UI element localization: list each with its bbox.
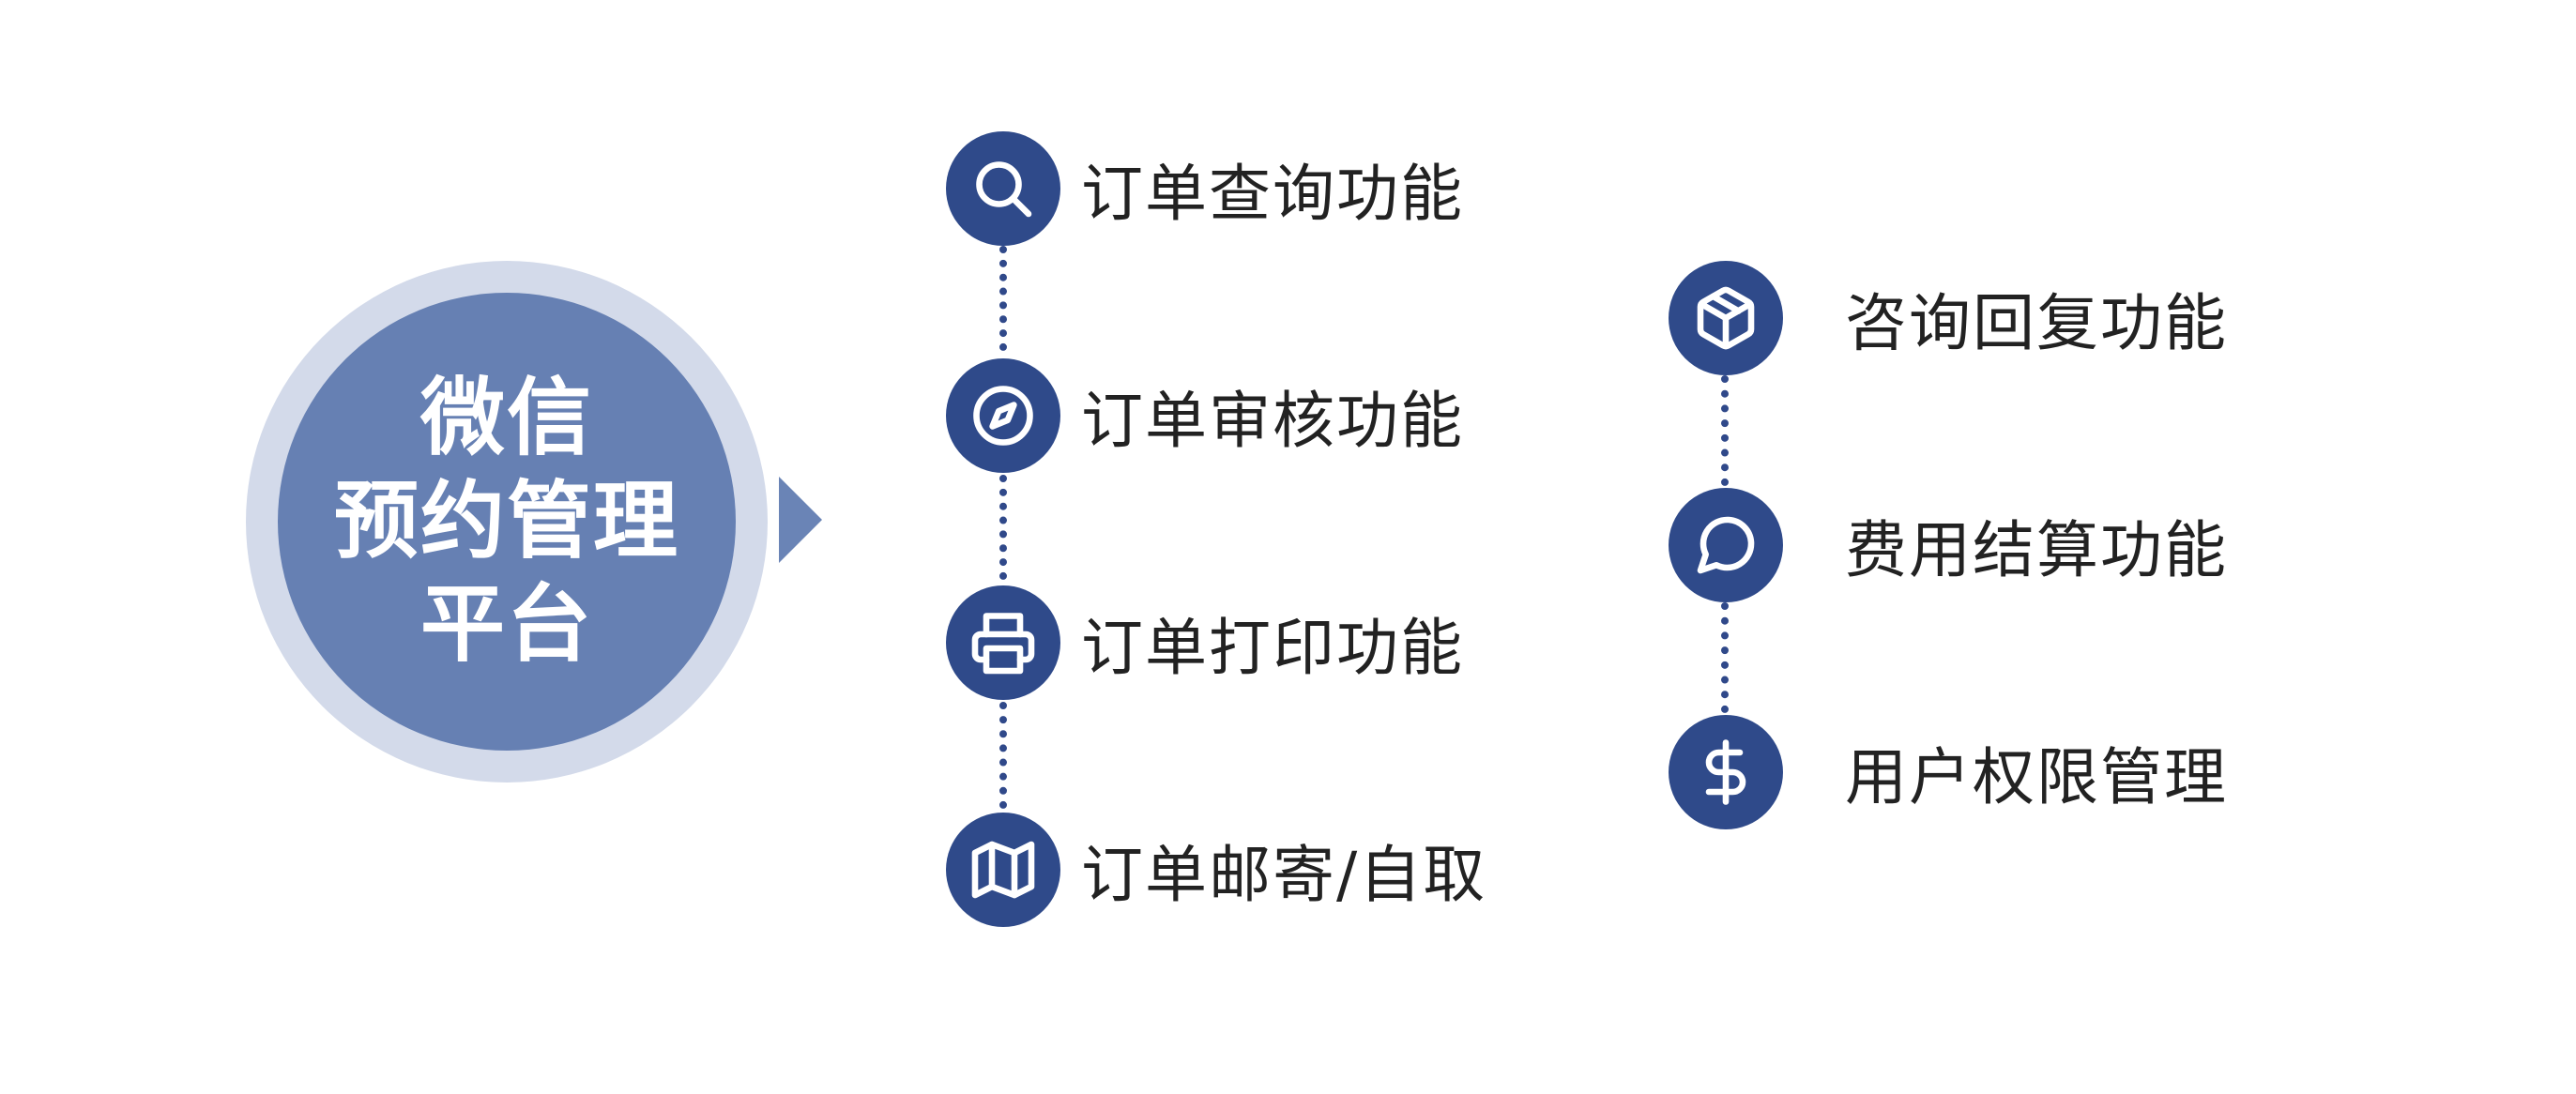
feature-label: 订单打印功能 bbox=[1081, 612, 1464, 684]
hub-title-line-1: 微信 bbox=[420, 369, 593, 467]
feature-order-review: 订单审核功能 bbox=[946, 358, 1464, 473]
feature-consult-reply: 咨询回复功能 bbox=[1669, 261, 2228, 375]
map-icon bbox=[946, 813, 1060, 927]
hub-title-line-3: 平台 bbox=[420, 575, 593, 674]
feature-label: 咨询回复功能 bbox=[1845, 287, 2228, 359]
feature-label: 订单查询功能 bbox=[1081, 158, 1464, 230]
compass-icon bbox=[946, 358, 1060, 473]
feature-label: 订单邮寄/自取 bbox=[1081, 839, 1487, 911]
hub-circle: 微信 预约管理 平台 bbox=[278, 293, 736, 751]
feature-label: 费用结算功能 bbox=[1845, 514, 2228, 586]
feature-order-print: 订单打印功能 bbox=[946, 585, 1464, 700]
feature-fee-settlement: 费用结算功能 bbox=[1669, 488, 2228, 602]
feature-label: 用户权限管理 bbox=[1845, 741, 2228, 813]
left-connector-1 bbox=[999, 246, 1007, 351]
search-icon bbox=[946, 131, 1060, 246]
feature-user-permissions: 用户权限管理 bbox=[1669, 715, 2228, 829]
chat-bubble-icon bbox=[1669, 488, 1783, 602]
left-connector-2 bbox=[999, 475, 1007, 580]
feature-order-delivery: 订单邮寄/自取 bbox=[946, 813, 1486, 927]
diagram-canvas: 微信 预约管理 平台 订单查询功能 订单审核功能 订单打印功能 订单邮寄/自取 … bbox=[0, 0, 2576, 1094]
hub-title-line-2: 预约管理 bbox=[334, 472, 679, 570]
package-icon bbox=[1669, 261, 1783, 375]
right-connector-2 bbox=[1721, 602, 1729, 713]
dollar-icon bbox=[1669, 715, 1783, 829]
feature-label: 订单审核功能 bbox=[1081, 385, 1464, 457]
feature-order-query: 订单查询功能 bbox=[946, 131, 1464, 246]
hub-pointer-arrow bbox=[779, 477, 822, 563]
printer-icon bbox=[946, 585, 1060, 700]
left-connector-3 bbox=[999, 702, 1007, 809]
right-connector-1 bbox=[1721, 375, 1729, 486]
